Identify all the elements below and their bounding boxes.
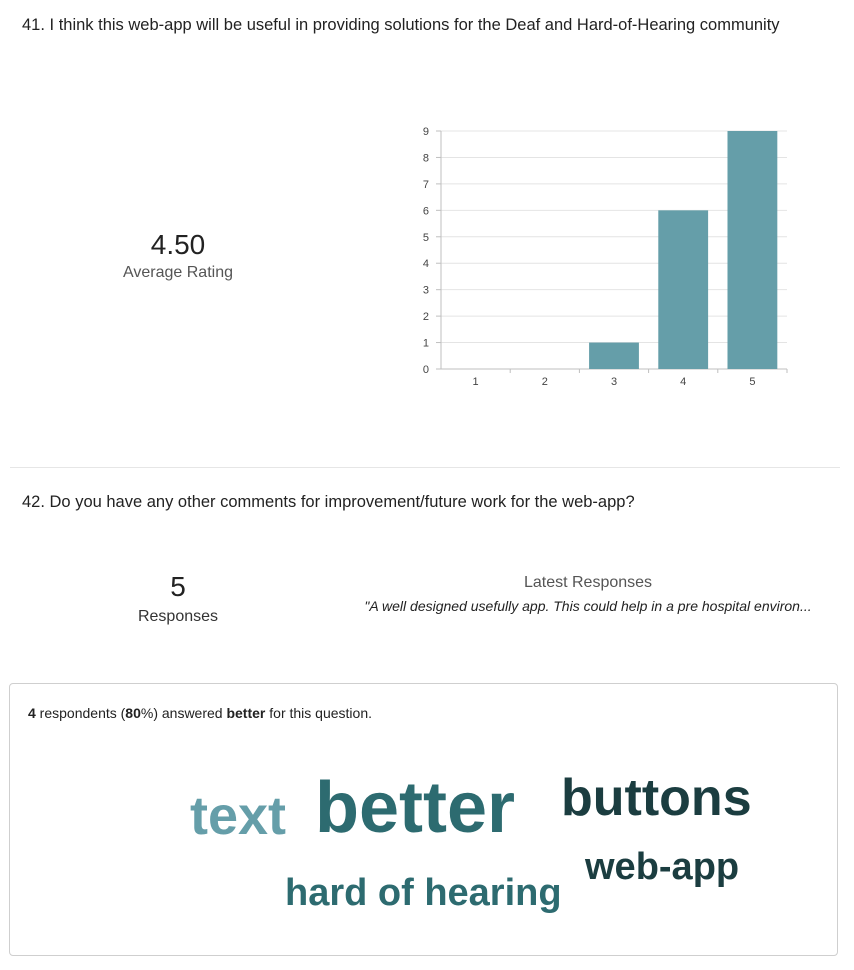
latest-responses[interactable]: Latest Responses "A well designed useful… (338, 574, 838, 614)
word-cloud-word-text[interactable]: text (190, 789, 286, 843)
word-cloud-word-hard-of-hearing[interactable]: hard of hearing (285, 874, 562, 912)
rating-bar-chart: 0 1 2 3 4 5 6 7 8 9 1 2 3 4 5 (423, 126, 788, 388)
summary-text-b: %) answered (140, 705, 227, 721)
question-42-title: 42. Do you have any other comments for i… (22, 493, 635, 511)
summary-keyword: better (226, 705, 266, 721)
x-tick-label: 3 (611, 376, 617, 388)
word-cloud-word-buttons[interactable]: buttons (561, 772, 752, 824)
x-tick-label: 1 (473, 376, 479, 388)
bar-4 (658, 210, 709, 369)
word-cloud-word-web-app[interactable]: web-app (585, 848, 739, 886)
summary-percent: 80 (125, 705, 141, 721)
section-divider (10, 467, 840, 468)
summary-text-a: respondents ( (35, 705, 126, 721)
y-tick-label: 9 (423, 126, 429, 138)
y-tick-label: 6 (423, 205, 429, 217)
y-tick-label: 5 (423, 232, 429, 244)
word-cloud-word-better[interactable]: better (315, 772, 515, 844)
y-tick-label: 7 (423, 179, 429, 191)
x-tick-label: 2 (542, 376, 548, 388)
y-tick-label: 3 (423, 285, 429, 297)
word-cloud-summary: 4 respondents (80%) answered better for … (28, 705, 372, 721)
y-tick-label: 1 (423, 338, 429, 350)
latest-response-text[interactable]: "A well designed usefully app. This coul… (338, 598, 838, 614)
responses-block: 5 Responses (58, 570, 298, 626)
bar-5 (727, 131, 778, 369)
x-tick-label: 4 (680, 376, 686, 388)
bar-3 (589, 342, 639, 369)
x-tick-label: 5 (749, 376, 755, 388)
y-tick-label: 8 (423, 152, 429, 164)
word-cloud-panel: 4 respondents (80%) answered better for … (9, 683, 838, 956)
responses-label: Responses (137, 608, 219, 625)
y-tick-label: 4 (423, 258, 429, 270)
responses-count: 5 (170, 571, 186, 602)
summary-text-c: for this question. (265, 705, 372, 721)
latest-responses-title: Latest Responses (523, 574, 653, 591)
y-tick-label: 2 (423, 311, 429, 323)
summary-count: 4 (28, 705, 36, 721)
y-tick-label: 0 (423, 364, 429, 376)
